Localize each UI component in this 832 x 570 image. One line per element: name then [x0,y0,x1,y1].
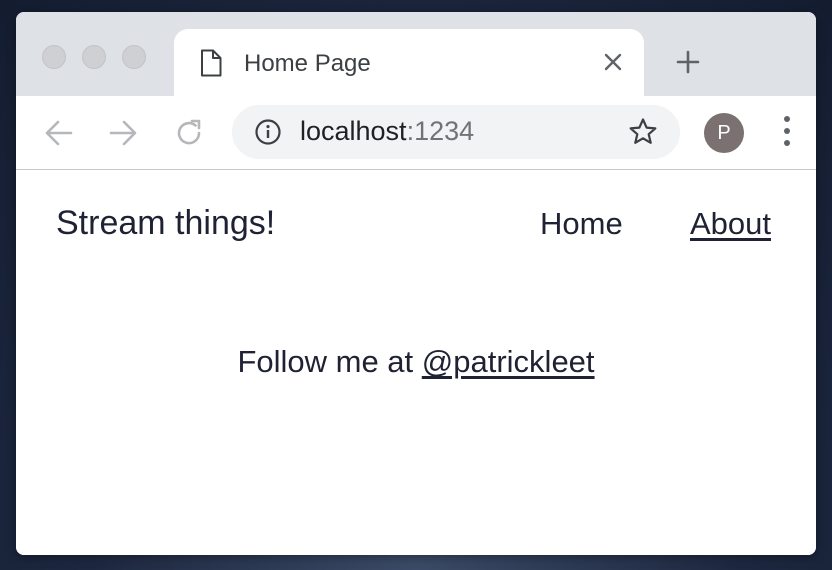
star-icon[interactable] [628,117,658,147]
close-icon[interactable] [602,51,624,73]
window-close-control[interactable] [42,45,66,69]
url-port: :1234 [406,116,475,146]
tab-title: Home Page [244,50,371,77]
info-icon[interactable] [254,118,282,146]
url-host: localhost [300,116,407,146]
page-icon [201,49,222,77]
nav-link-about[interactable]: About [690,206,771,242]
window-zoom-control[interactable] [122,45,146,69]
nav-link-home[interactable]: Home [540,206,623,242]
window-minimize-control[interactable] [82,45,106,69]
twitter-handle-link[interactable]: @patrickleet [422,344,595,379]
browser-toolbar: localhost:1234 P [16,96,816,170]
browser-window: Home Page localhost:1234 P Stream things… [16,12,816,555]
follow-line: Follow me at @patrickleet [16,344,816,380]
plus-icon[interactable] [676,50,700,74]
menu-dots-icon[interactable] [782,116,792,150]
profile-avatar[interactable]: P [704,113,744,153]
reload-icon[interactable] [173,117,205,149]
tab-strip: Home Page [16,12,816,96]
forward-arrow-icon[interactable] [108,119,138,147]
url-text[interactable]: localhost:1234 [300,116,474,147]
site-title: Stream things! [56,204,276,242]
address-bar[interactable]: localhost:1234 [232,105,680,159]
page-content: Stream things! Home About Follow me at @… [16,170,816,555]
tab-home-page[interactable]: Home Page [174,29,644,96]
follow-prefix: Follow me at [237,344,422,379]
back-arrow-icon[interactable] [44,119,74,147]
